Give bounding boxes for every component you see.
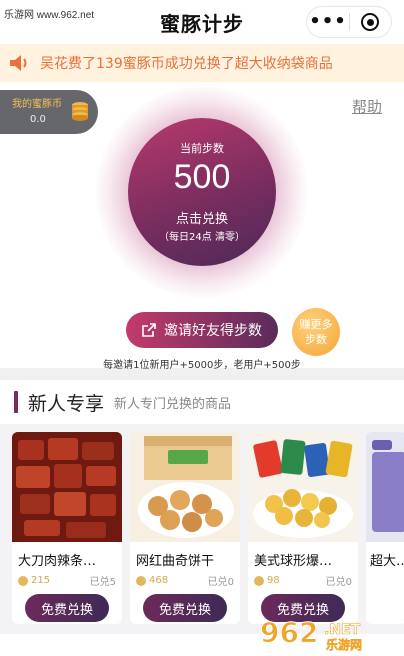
product-card[interactable]: 网红曲奇饼干 468 已兑0 免费兑换	[130, 432, 240, 624]
product-card[interactable]: 大刀肉辣条… 215 已兑5 免费兑换	[12, 432, 122, 624]
invite-rule-text: 每邀请1位新用户+5000步，老用户+500步	[103, 360, 301, 371]
product-carousel[interactable]: 大刀肉辣条… 215 已兑5 免费兑换 网红曲奇饼干 468 已兑0 免费兑换	[0, 424, 404, 634]
svg-text:.NET: .NET	[324, 622, 361, 638]
product-name: 美式球形爆…	[254, 554, 333, 569]
svg-text:962: 962	[260, 616, 318, 649]
product-price: 215	[18, 573, 50, 588]
my-coins-badge[interactable]: 我的蜜豚币 0.0	[0, 90, 98, 134]
reset-note: （每日24点 清零）	[159, 232, 245, 243]
current-steps-value: 500	[173, 158, 231, 196]
free-redeem-button[interactable]: 免费兑换	[143, 594, 227, 622]
section-subtitle: 新人专门兑换的商品	[114, 396, 232, 412]
invite-button-label: 邀请好友得步数	[164, 323, 262, 339]
earn-more-line2: 步数	[305, 333, 327, 346]
coin-icon	[136, 575, 146, 586]
watermark-962-logo: 962 .NET 乐游网	[260, 616, 363, 652]
earn-more-steps-button[interactable]: 赚更多 步数	[292, 308, 340, 356]
product-price: 98	[254, 573, 280, 588]
product-image-popcorn	[248, 432, 358, 542]
coins-label: 我的蜜豚币	[12, 99, 62, 110]
product-redeemed-count: 已兑5	[89, 577, 116, 588]
product-card[interactable]: 超大…	[366, 432, 404, 624]
close-target-button[interactable]	[350, 13, 391, 31]
share-icon	[142, 323, 156, 337]
target-icon	[361, 13, 380, 31]
product-redeemed-count: 已兑0	[207, 577, 234, 588]
earn-more-line1: 赚更多	[299, 318, 333, 331]
svg-text:乐游网: 乐游网	[326, 637, 362, 652]
coins-value: 0.0	[30, 114, 46, 125]
product-image-cookies	[130, 432, 240, 542]
mini-program-capsule: •••	[306, 6, 392, 38]
coin-icon	[18, 575, 28, 586]
help-link[interactable]: 帮助	[352, 96, 382, 117]
product-price: 468	[136, 573, 168, 588]
product-image-storage-bag	[366, 432, 404, 542]
product-redeemed-count: 已兑0	[325, 577, 352, 588]
newcomer-section-header: 新人专享 新人专门兑换的商品	[0, 380, 404, 424]
speaker-icon	[10, 55, 27, 71]
more-menu-icon[interactable]: •••	[307, 13, 349, 31]
notice-text: 吴花费了139蜜豚币成功兑换了超大收纳袋商品	[40, 56, 333, 72]
exchange-label: 点击兑换	[175, 212, 228, 227]
notice-bar: 吴花费了139蜜豚币成功兑换了超大收纳袋商品	[0, 44, 404, 82]
title-bar: 蜜豚计步 •••	[0, 0, 404, 44]
page-title: 蜜豚计步	[160, 11, 244, 36]
step-circle-button[interactable]: 当前步数 500 点击兑换 （每日24点 清零）	[128, 118, 276, 266]
coin-stack-icon	[72, 102, 88, 121]
product-name: 网红曲奇饼干	[136, 554, 215, 569]
product-card[interactable]: 美式球形爆… 98 已兑0 免费兑换	[248, 432, 358, 624]
step-panel: 我的蜜豚币 0.0 帮助 当前步数 500 点击兑换 （每日24点 清零） 邀请…	[0, 82, 404, 371]
current-steps-label: 当前步数	[180, 142, 224, 155]
section-title: 新人专享	[28, 392, 105, 415]
product-name: 大刀肉辣条…	[18, 554, 97, 569]
section-accent-bar	[14, 391, 18, 413]
invite-friends-button[interactable]: 邀请好友得步数	[126, 312, 278, 348]
product-name: 超大…	[370, 554, 404, 569]
free-redeem-button[interactable]: 免费兑换	[25, 594, 109, 622]
product-image-spicy-strips	[12, 432, 122, 542]
coin-icon	[254, 575, 264, 586]
